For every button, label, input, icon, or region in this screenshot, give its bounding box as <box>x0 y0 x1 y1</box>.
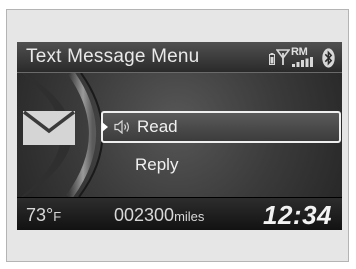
envelope-icon <box>23 111 75 145</box>
odometer: 002300miles <box>114 205 204 226</box>
menu-body: Read Reply <box>17 73 342 197</box>
audio-display-screen: Text Message Menu RM Read Reply 73°F 002… <box>17 42 342 230</box>
temperature-unit: F <box>53 209 62 224</box>
status-icons: RM <box>268 44 338 70</box>
temperature-value: 73° <box>26 205 54 225</box>
bluetooth-icon <box>322 48 335 68</box>
antenna-icon <box>276 49 290 65</box>
header-bar: Text Message Menu RM <box>17 42 342 73</box>
signal-strength-icon <box>292 57 313 67</box>
menu-item-reply-label: Reply <box>135 155 179 174</box>
odometer-value: 002300 <box>114 205 175 225</box>
menu-item-read-label: Read <box>137 117 178 136</box>
phone-battery-icon <box>269 53 275 65</box>
outside-temperature: 73°F <box>26 205 61 226</box>
menu-item-reply[interactable]: Reply <box>101 150 342 180</box>
odometer-unit: miles <box>174 209 205 224</box>
menu-item-read[interactable]: Read <box>101 111 341 143</box>
message-menu: Read Reply <box>101 111 342 180</box>
speaker-icon <box>114 120 129 134</box>
status-footer: 73°F 002300miles 12:34 <box>17 198 342 230</box>
clock: 12:34 <box>263 200 332 230</box>
screen-title: Text Message Menu <box>26 46 200 67</box>
selection-arrow-icon <box>102 122 108 132</box>
